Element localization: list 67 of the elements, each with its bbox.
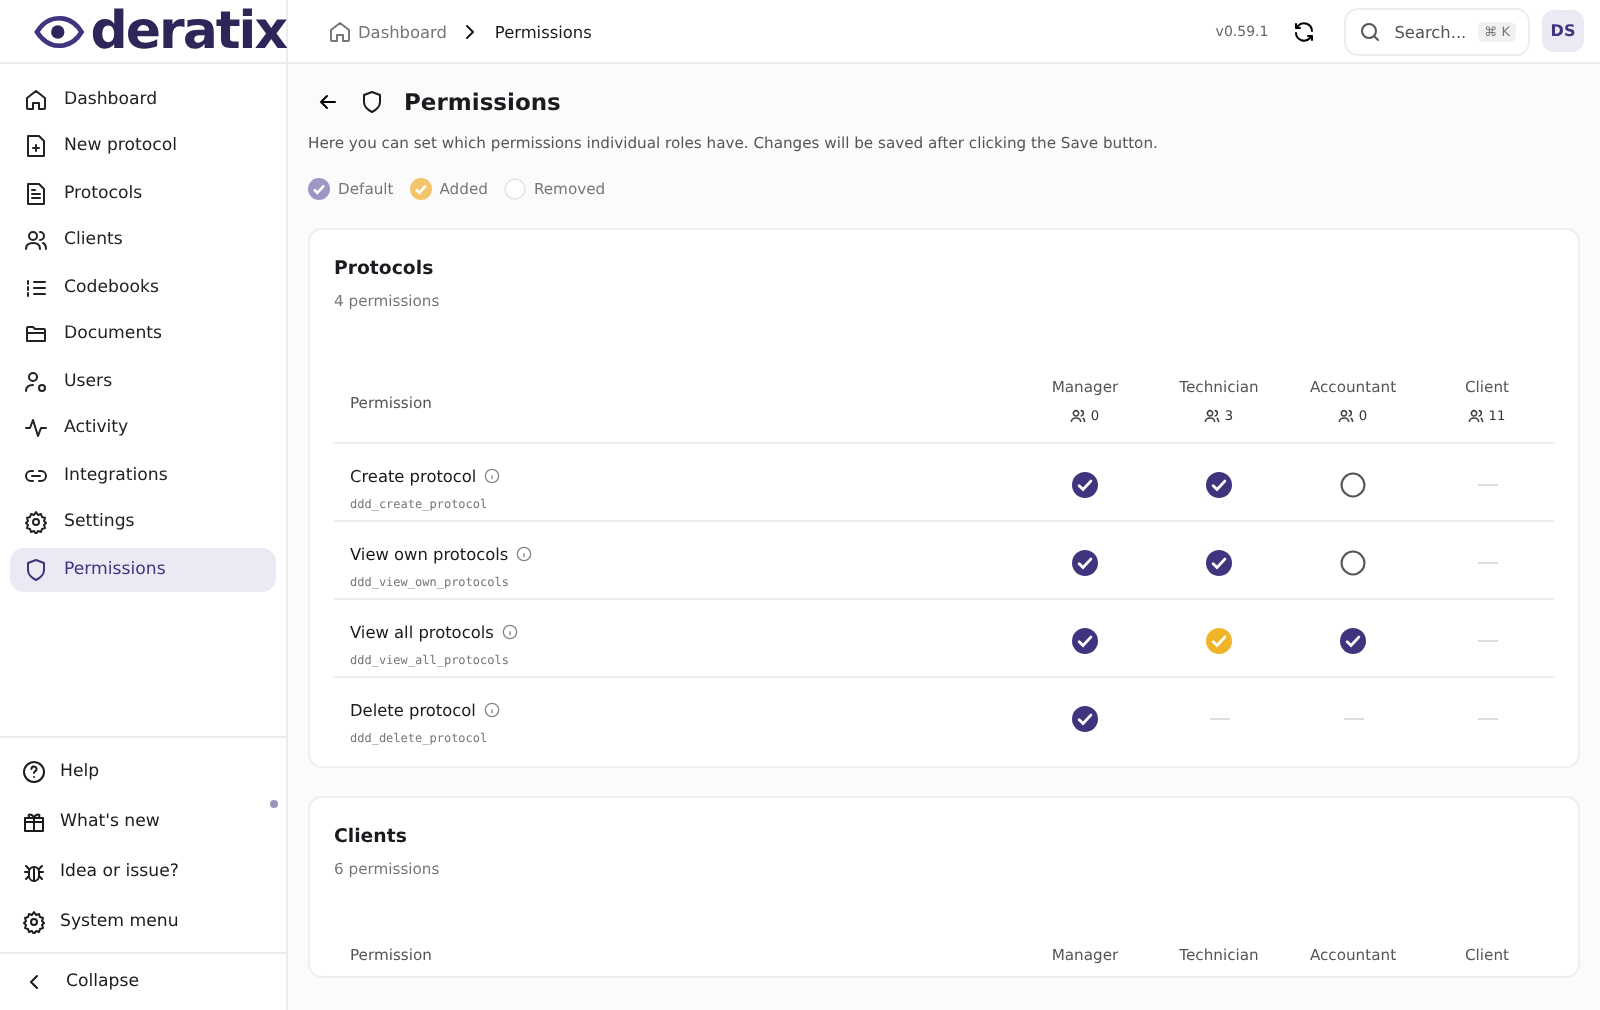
check-icon[interactable] [1072, 549, 1098, 576]
back-button[interactable] [316, 90, 340, 114]
users-icon [1468, 408, 1485, 424]
breadcrumb-link[interactable]: Dashboard [328, 19, 447, 43]
sidebar-item[interactable]: System menu [10, 900, 276, 944]
arrow-left-icon [316, 90, 340, 114]
check-icon[interactable] [1206, 627, 1232, 654]
help-icon [22, 760, 46, 784]
home-icon [24, 87, 48, 112]
sidebar-item[interactable]: Help [10, 750, 276, 794]
bug-icon [22, 860, 46, 884]
users-icon [1070, 408, 1087, 424]
users-icon [1204, 408, 1221, 424]
users-icon [1338, 408, 1355, 424]
permission-name: Delete protocol [350, 700, 476, 720]
sidebar-item[interactable]: What's new [10, 800, 276, 844]
shield-icon [24, 557, 48, 582]
sidebar-item[interactable]: Codebooks [10, 266, 276, 309]
user-shapes-icon [24, 369, 48, 394]
search-icon [1358, 19, 1383, 43]
sidebar-item[interactable]: Documents [10, 313, 276, 356]
sidebar-item[interactable]: Users [10, 360, 276, 403]
permission-name: View all protocols [350, 622, 494, 642]
sidebar-item[interactable]: Activity [10, 407, 276, 450]
home-icon [328, 19, 352, 43]
user-avatar[interactable]: DS [1542, 10, 1584, 52]
sidebar-item[interactable]: Settings [10, 501, 276, 544]
permission-name: Create protocol [350, 466, 477, 486]
check-icon[interactable] [1206, 471, 1232, 498]
card-title: Protocols [334, 258, 436, 280]
refresh-button[interactable] [1292, 19, 1317, 43]
check-icon[interactable] [1072, 471, 1098, 498]
empty-circle-icon[interactable] [1340, 471, 1366, 498]
info-icon [483, 702, 500, 718]
info-icon [501, 624, 518, 640]
sidebar-item[interactable]: Protocols [10, 172, 276, 215]
folder-icon [24, 322, 48, 347]
permission-name: View own protocols [350, 544, 509, 564]
collapse-button[interactable]: Collapse [0, 952, 286, 1010]
empty-circle-icon[interactable] [1340, 549, 1366, 576]
sidebar-item[interactable]: New protocol [10, 125, 276, 168]
card-title: Clients [334, 826, 409, 848]
document-plus-icon [24, 134, 48, 159]
activity-icon [24, 416, 48, 441]
refresh-icon [1292, 19, 1317, 43]
info-icon [484, 468, 501, 484]
info-icon [516, 546, 533, 562]
logo-text: deratix [90, 5, 286, 57]
search-placeholder: Search... [1394, 21, 1467, 41]
sidebar-item[interactable]: Dashboard [10, 78, 276, 121]
settings-icon [22, 910, 46, 934]
shield-icon [360, 90, 384, 114]
settings-icon [24, 510, 48, 535]
sidebar-item[interactable]: Idea or issue? [10, 850, 276, 894]
gift-icon [22, 810, 46, 834]
sidebar-item[interactable]: Integrations [10, 454, 276, 497]
list-icon [24, 275, 48, 300]
breadcrumb-current: Permissions [494, 21, 592, 41]
page-title: Permissions [404, 88, 561, 116]
sidebar-item[interactable]: Clients [10, 219, 276, 262]
check-icon[interactable] [1072, 627, 1098, 654]
check-icon[interactable] [1340, 627, 1366, 654]
document-icon [24, 181, 48, 206]
sidebar-item[interactable]: Permissions [10, 548, 276, 591]
check-icon[interactable] [1072, 705, 1098, 732]
users-icon [24, 228, 48, 253]
check-icon[interactable] [1206, 549, 1232, 576]
